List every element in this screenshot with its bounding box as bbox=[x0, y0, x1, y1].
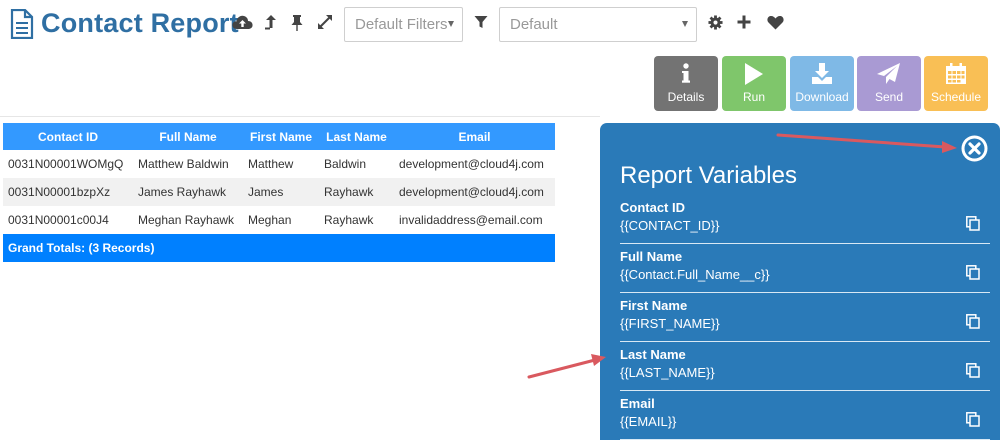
view-select[interactable]: Default bbox=[499, 7, 697, 42]
variable-value[interactable]: {{FIRST_NAME}} bbox=[620, 316, 720, 331]
cell-last-name: Rayhawk bbox=[324, 213, 374, 227]
send-button[interactable]: Send bbox=[857, 56, 921, 111]
gear-icon[interactable] bbox=[704, 11, 726, 33]
copy-icon[interactable] bbox=[966, 314, 980, 329]
variable-value[interactable]: {{EMAIL}} bbox=[620, 414, 676, 429]
document-icon bbox=[10, 9, 34, 39]
details-button-label: Details bbox=[667, 90, 705, 104]
cell-contact-id: 0031N00001WOMgQ bbox=[8, 157, 124, 171]
cell-email: invalidaddress@email.com bbox=[399, 213, 543, 227]
schedule-button-label: Schedule bbox=[930, 90, 982, 104]
variable-name: Last Name bbox=[620, 347, 686, 362]
column-header-first-name[interactable]: First Name bbox=[243, 123, 319, 150]
report-table: Contact ID Full Name First Name Last Nam… bbox=[3, 123, 555, 262]
variable-last-name: Last Name {{LAST_NAME}} bbox=[620, 347, 990, 391]
contact-report-page: Contact Report Default Filters Default D… bbox=[0, 0, 1006, 440]
run-button-label: Run bbox=[742, 90, 765, 104]
table-header-row: Contact ID Full Name First Name Last Nam… bbox=[3, 123, 555, 150]
variable-value[interactable]: {{LAST_NAME}} bbox=[620, 365, 715, 380]
header-divider bbox=[0, 116, 600, 117]
filter-select-value: Default Filters bbox=[355, 16, 448, 33]
copy-icon[interactable] bbox=[966, 265, 980, 280]
view-select-value: Default bbox=[510, 16, 558, 33]
grand-totals-row: Grand Totals: (3 Records) bbox=[3, 234, 555, 262]
table-row: 0031N00001WOMgQ Matthew Baldwin Matthew … bbox=[3, 150, 555, 178]
cell-full-name: Meghan Rayhawk bbox=[138, 213, 235, 227]
column-header-full-name[interactable]: Full Name bbox=[133, 123, 243, 150]
column-header-email[interactable]: Email bbox=[394, 123, 555, 150]
report-variables-panel: Report Variables Contact ID {{CONTACT_ID… bbox=[600, 123, 1000, 440]
cell-full-name: Matthew Baldwin bbox=[138, 157, 229, 171]
cell-contact-id: 0031N00001c00J4 bbox=[8, 213, 109, 227]
cell-last-name: Rayhawk bbox=[319, 178, 394, 206]
cell-first-name: James bbox=[243, 178, 319, 206]
plus-icon[interactable] bbox=[733, 11, 755, 33]
column-header-last-name[interactable]: Last Name bbox=[319, 123, 394, 150]
cell-last-name: Baldwin bbox=[324, 157, 367, 171]
column-header-contact-id[interactable]: Contact ID bbox=[3, 123, 133, 150]
export-icon[interactable] bbox=[260, 11, 282, 33]
page-title: Contact Report bbox=[41, 8, 239, 38]
paper-plane-icon bbox=[877, 63, 900, 84]
arrow-to-last-name-variable bbox=[527, 354, 606, 379]
copy-icon[interactable] bbox=[966, 363, 980, 378]
chevron-down-icon bbox=[448, 21, 454, 27]
variable-name: First Name bbox=[620, 298, 688, 313]
pin-icon[interactable] bbox=[286, 11, 308, 33]
cell-first-name: Meghan bbox=[248, 213, 292, 227]
cell-first-name: Matthew bbox=[248, 157, 294, 171]
variable-name: Contact ID bbox=[620, 200, 685, 215]
play-icon bbox=[745, 63, 763, 85]
variable-name: Full Name bbox=[620, 249, 683, 264]
schedule-button[interactable]: Schedule bbox=[924, 56, 988, 111]
copy-icon[interactable] bbox=[966, 412, 980, 427]
cell-contact-id: 0031N00001bzpXz bbox=[3, 178, 133, 206]
close-circle-icon[interactable] bbox=[960, 134, 989, 163]
table-row: 0031N00001c00J4 Meghan Rayhawk Meghan Ra… bbox=[3, 206, 555, 234]
cloud-upload-icon[interactable] bbox=[231, 11, 253, 33]
heart-icon[interactable] bbox=[764, 11, 786, 33]
calendar-icon bbox=[946, 63, 966, 84]
run-button[interactable]: Run bbox=[722, 56, 786, 111]
info-icon bbox=[682, 63, 690, 83]
expand-icon[interactable] bbox=[314, 11, 336, 33]
chevron-down-icon bbox=[682, 21, 688, 27]
table-row: 0031N00001bzpXz James Rayhawk James Rayh… bbox=[3, 178, 555, 206]
variable-value[interactable]: {{Contact.Full_Name__c}} bbox=[620, 267, 770, 282]
variable-email: Email {{EMAIL}} bbox=[620, 396, 990, 440]
cell-full-name: James Rayhawk bbox=[133, 178, 243, 206]
filter-icon[interactable] bbox=[470, 11, 492, 33]
grand-totals-label: Grand Totals: (3 Records) bbox=[3, 234, 555, 262]
cell-email: development@cloud4j.com bbox=[394, 178, 555, 206]
variable-first-name: First Name {{FIRST_NAME}} bbox=[620, 298, 990, 342]
download-button-label: Download bbox=[795, 90, 849, 104]
variable-name: Email bbox=[620, 396, 655, 411]
download-icon bbox=[812, 63, 832, 84]
variable-value[interactable]: {{CONTACT_ID}} bbox=[620, 218, 719, 233]
download-button[interactable]: Download bbox=[790, 56, 854, 111]
filter-select[interactable]: Default Filters bbox=[344, 7, 463, 42]
variable-contact-id: Contact ID {{CONTACT_ID}} bbox=[620, 200, 990, 244]
cell-email: development@cloud4j.com bbox=[399, 157, 544, 171]
details-button[interactable]: Details bbox=[654, 56, 718, 111]
send-button-label: Send bbox=[874, 90, 904, 104]
copy-icon[interactable] bbox=[966, 216, 980, 231]
panel-title: Report Variables bbox=[620, 162, 797, 189]
variable-full-name: Full Name {{Contact.Full_Name__c}} bbox=[620, 249, 990, 293]
